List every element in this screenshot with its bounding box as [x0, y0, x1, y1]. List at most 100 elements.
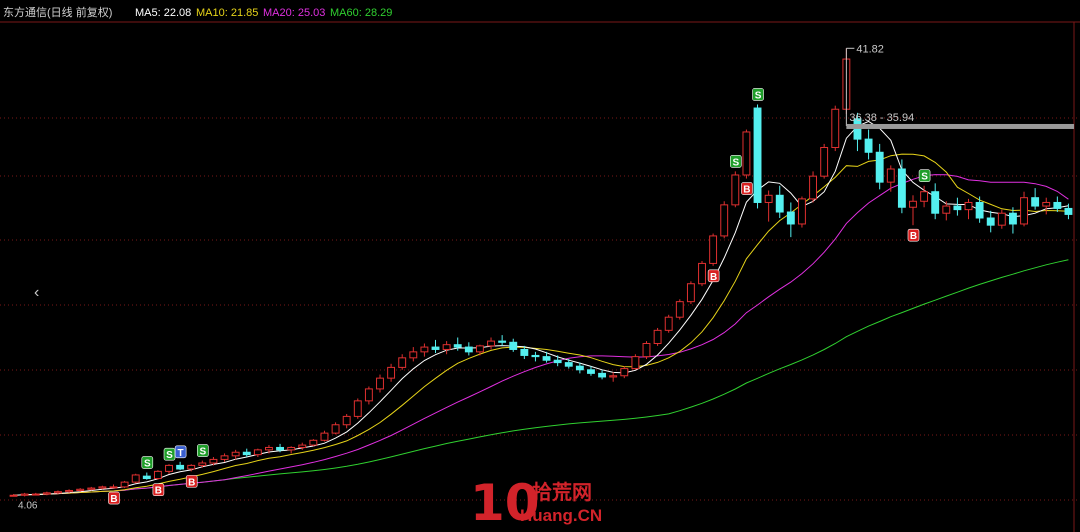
low-label: 4.06: [18, 500, 38, 511]
watermark-cn: 拾荒网: [532, 482, 592, 504]
signal-label-7: B: [710, 272, 717, 283]
candle-body-10: [120, 481, 129, 488]
candle-body-32: [364, 388, 373, 402]
candle-body-9: [109, 486, 118, 489]
candle-body-86: [964, 201, 973, 211]
candle-body-77: [864, 138, 873, 153]
range-bar: [846, 123, 1074, 129]
watermark-logo: 10 拾荒网 Huang.CN: [470, 478, 605, 528]
signal-label-11: B: [910, 231, 917, 242]
stock-title: 东方通信(日线 前复权): [3, 7, 113, 19]
candle-body-72: [809, 175, 817, 200]
candle-body-49: [553, 359, 562, 364]
candle-body-5: [65, 489, 74, 493]
high-label: 41.82: [856, 43, 884, 55]
candle-body-11: [131, 474, 140, 483]
candle-body-8: [98, 486, 107, 489]
candle-body-73: [820, 146, 829, 177]
candle-body-36: [409, 351, 418, 359]
candle-body-92: [1031, 197, 1040, 207]
ma20-legend: MA20: 25.03: [263, 7, 326, 19]
candle-body-67: [753, 107, 762, 203]
candle-body-4: [54, 491, 62, 494]
candle-body-13: [153, 470, 162, 480]
candle-body-89: [997, 212, 1006, 226]
candle-body-46: [520, 348, 529, 356]
candle-body-53: [598, 372, 607, 378]
candle-body-69: [775, 194, 784, 213]
candle-body-21: [242, 451, 251, 456]
candle-body-66: [742, 131, 751, 176]
candle-body-79: [886, 168, 895, 183]
candle-body-85: [953, 205, 962, 211]
candle-body-7: [87, 487, 96, 490]
candle-body-68: [764, 194, 773, 203]
candle-body-17: [198, 462, 207, 466]
candle-body-43: [487, 340, 495, 347]
ma5-legend: MA5: 22.08: [135, 7, 192, 19]
candle-body-83: [931, 191, 940, 214]
candle-body-78: [875, 151, 884, 183]
candle-body-61: [686, 283, 695, 303]
range-label: 36.38 - 35.94: [849, 112, 914, 124]
candle-body-29: [331, 424, 340, 434]
ma60-legend: MA60: 28.29: [330, 7, 393, 19]
signal-label-9: B: [743, 185, 750, 196]
candle-body-94: [1053, 201, 1062, 209]
candle-body-2: [31, 493, 40, 496]
candle-body-52: [587, 369, 595, 374]
candle-body-45: [509, 341, 518, 350]
candle-body-60: [675, 301, 684, 318]
candle-body-30: [342, 415, 351, 426]
candle-body-87: [975, 201, 984, 219]
signal-label-8: S: [732, 157, 739, 168]
candle-body-22: [253, 449, 262, 456]
ma10-legend: MA10: 21.85: [196, 7, 259, 19]
ma20-line: [13, 174, 1069, 496]
candle-body-84: [942, 205, 951, 214]
candle-body-23: [265, 446, 273, 451]
candle-body-27: [309, 439, 318, 446]
signal-label-1: S: [144, 459, 151, 470]
signal-label-0: B: [110, 494, 117, 505]
candle-body-37: [420, 346, 429, 353]
candle-body-12: [142, 475, 151, 480]
candle-body-44: [498, 340, 507, 343]
candle-body-34: [387, 366, 396, 379]
signal-label-10: S: [755, 90, 762, 101]
signal-label-6: S: [199, 447, 206, 458]
candle-body-91: [1020, 197, 1028, 225]
candle-body-42: [475, 345, 484, 353]
candle-body-63: [709, 235, 718, 264]
candle-body-31: [353, 400, 362, 417]
candle-body-38: [431, 346, 440, 350]
candle-body-81: [909, 200, 917, 208]
candle-body-14: [165, 464, 173, 472]
candle-body-88: [986, 217, 995, 226]
watermark-url: Huang.CN: [520, 506, 603, 525]
candle-body-55: [620, 368, 629, 377]
candle-body-19: [220, 455, 229, 460]
candle-body-3: [42, 492, 51, 495]
candle-body-51: [575, 365, 584, 371]
signal-label-12: S: [921, 172, 928, 183]
scroll-left-arrow-icon[interactable]: ‹: [34, 284, 39, 302]
signal-label-2: B: [155, 486, 162, 497]
candle-body-25: [287, 446, 296, 451]
candle-body-26: [298, 444, 307, 448]
candle-body-41: [464, 346, 473, 353]
candle-body-57: [642, 342, 651, 358]
candle-body-15: [176, 464, 185, 470]
signal-label-3: S: [166, 450, 173, 461]
candle-body-82: [920, 191, 929, 202]
candle-body-47: [531, 354, 540, 358]
candle-body-65: [731, 174, 740, 206]
candle-body-6: [76, 488, 85, 491]
candle-body-74: [831, 108, 840, 148]
candlestick-chart: BSBS TBSBSBSBS41.8236.38 - 35.944.06: [0, 21, 1080, 532]
candle-body-0: [9, 494, 18, 497]
candle-body-59: [664, 316, 673, 331]
candle-body-35: [398, 357, 407, 368]
candle-body-56: [631, 356, 640, 370]
candle-body-33: [376, 377, 384, 390]
